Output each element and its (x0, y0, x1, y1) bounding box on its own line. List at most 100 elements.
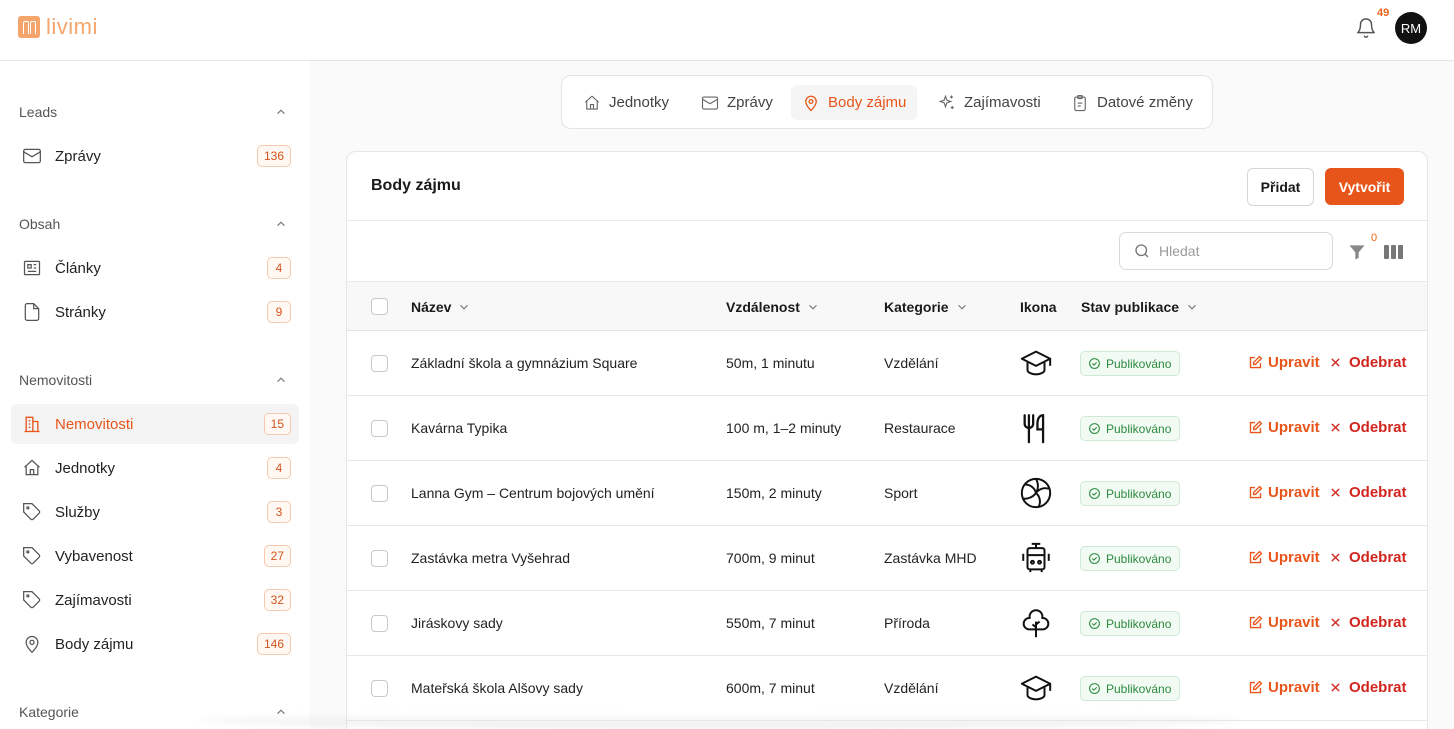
remove-label: Odebrat (1349, 484, 1407, 501)
status-badge: Publikováno (1080, 351, 1181, 376)
logo[interactable]: livimi (18, 16, 98, 38)
tag-icon (21, 501, 43, 523)
search-icon (1120, 242, 1151, 260)
count-badge: 3 (267, 501, 291, 523)
notification-count: 49 (1377, 7, 1390, 19)
count-badge: 4 (267, 257, 291, 279)
create-button[interactable]: Vytvořit (1325, 168, 1404, 205)
tab-jednotky[interactable]: Jednotky (572, 85, 680, 120)
remove-button[interactable]: Odebrat (1330, 679, 1407, 696)
search-input[interactable] (1159, 243, 1319, 259)
edit-label: Upravit (1268, 354, 1320, 371)
count-badge: 15 (263, 413, 291, 435)
status-label: Publikováno (1106, 616, 1172, 631)
remove-button[interactable]: Odebrat (1330, 419, 1407, 436)
edit-label: Upravit (1268, 549, 1320, 566)
avatar[interactable]: RM (1395, 12, 1427, 44)
edit-label: Upravit (1268, 419, 1320, 436)
row-checkbox[interactable] (371, 355, 388, 372)
column-label: Ikona (1020, 299, 1057, 315)
columns-icon[interactable] (1384, 243, 1404, 261)
cell-name: Lanna Gym – Centrum bojových umění (411, 485, 655, 501)
chevron-up-icon[interactable] (274, 217, 288, 231)
close-icon (1330, 422, 1341, 433)
cell-distance: 50m, 1 minutu (726, 355, 815, 371)
sidebar-item-body-zajmu[interactable]: Body zájmu 146 (11, 624, 299, 664)
table-row[interactable]: Jiráskovy sady 550m, 7 minut Příroda Pub… (347, 591, 1427, 656)
edit-button[interactable]: Upravit (1248, 614, 1320, 631)
remove-label: Odebrat (1349, 354, 1407, 371)
count-badge: 9 (267, 301, 291, 323)
edit-button[interactable]: Upravit (1248, 549, 1320, 566)
sidebar-item-sluzby[interactable]: Služby 3 (11, 492, 299, 532)
sidebar-item-stranky[interactable]: Stránky 9 (11, 292, 299, 332)
edit-icon (1248, 550, 1263, 565)
row-checkbox[interactable] (371, 680, 388, 697)
chevron-up-icon[interactable] (274, 105, 288, 119)
chevron-up-icon[interactable] (274, 373, 288, 387)
sidebar: Leads Zprávy 136 Obsah Články 4 Stránky … (0, 61, 310, 729)
table-row[interactable]: Lanna Gym – Centrum bojových umění 150m,… (347, 461, 1427, 526)
section-title-obsah: Obsah (19, 216, 61, 232)
bell-icon[interactable] (1355, 17, 1377, 39)
row-checkbox[interactable] (371, 615, 388, 632)
tab-label: Jednotky (609, 94, 670, 111)
column-header-name[interactable]: Název (411, 299, 471, 315)
edit-button[interactable]: Upravit (1248, 679, 1320, 696)
cell-category: Vzdělání (884, 355, 939, 371)
chevron-down-icon (1185, 300, 1199, 314)
status-label: Publikováno (1106, 486, 1172, 501)
tab-zajimavosti[interactable]: Zajímavosti (927, 85, 1052, 120)
cell-distance: 150m, 2 minuty (726, 485, 822, 501)
status-badge: Publikováno (1080, 416, 1181, 441)
column-header-distance[interactable]: Vzdálenost (726, 299, 820, 315)
sidebar-item-vybavenost[interactable]: Vybavenost 27 (11, 536, 299, 576)
tab-body-zajmu[interactable]: Body zájmu (791, 85, 918, 120)
remove-label: Odebrat (1349, 679, 1407, 696)
mail-icon (701, 94, 719, 112)
sidebar-item-jednotky[interactable]: Jednotky 4 (11, 448, 299, 488)
edit-button[interactable]: Upravit (1248, 419, 1320, 436)
sidebar-item-nemovitosti[interactable]: Nemovitosti 15 (11, 404, 299, 444)
table-row[interactable]: Základní škola a gymnázium Square 50m, 1… (347, 331, 1427, 396)
row-checkbox[interactable] (371, 485, 388, 502)
edit-button[interactable]: Upravit (1248, 484, 1320, 501)
filter-icon[interactable] (1347, 242, 1367, 262)
tab-zpravy[interactable]: Zprávy (690, 85, 784, 120)
remove-button[interactable]: Odebrat (1330, 549, 1407, 566)
edit-icon (1248, 355, 1263, 370)
sidebar-item-label: Jednotky (55, 460, 116, 477)
check-circle-icon (1088, 682, 1101, 695)
status-badge: Publikováno (1080, 481, 1181, 506)
remove-button[interactable]: Odebrat (1330, 614, 1407, 631)
tab-datove-zmeny[interactable]: Datové změny (1060, 85, 1204, 120)
sidebar-item-label: Služby (55, 504, 101, 521)
file-icon (21, 301, 43, 323)
sidebar-item-zpravy[interactable]: Zprávy 136 (11, 136, 299, 176)
row-checkbox[interactable] (371, 550, 388, 567)
table-row[interactable]: Kavárna Typika 100 m, 1–2 minuty Restaur… (347, 396, 1427, 461)
table-row[interactable]: Zastávka metra Vyšehrad 700m, 9 minut Za… (347, 526, 1427, 591)
check-circle-icon (1088, 422, 1101, 435)
column-label: Vzdálenost (726, 299, 800, 315)
sidebar-item-zajimavosti[interactable]: Zajímavosti 32 (11, 580, 299, 620)
search-box[interactable] (1119, 232, 1333, 270)
edit-button[interactable]: Upravit (1248, 354, 1320, 371)
tab-label: Zajímavosti (964, 94, 1041, 111)
row-checkbox[interactable] (371, 420, 388, 437)
add-button[interactable]: Přidat (1247, 168, 1314, 206)
select-all-checkbox[interactable] (371, 298, 388, 315)
newspaper-icon (21, 257, 43, 279)
table-row[interactable]: Mateřská škola Alšovy sady 600m, 7 minut… (347, 656, 1427, 721)
remove-button[interactable]: Odebrat (1330, 354, 1407, 371)
cell-category: Sport (884, 485, 918, 501)
card-title: Body zájmu (371, 177, 461, 194)
sidebar-item-clanky[interactable]: Články 4 (11, 248, 299, 288)
edit-label: Upravit (1268, 679, 1320, 696)
remove-button[interactable]: Odebrat (1330, 484, 1407, 501)
close-icon (1330, 682, 1341, 693)
column-header-category[interactable]: Kategorie (884, 299, 969, 315)
check-circle-icon (1088, 552, 1101, 565)
column-header-status[interactable]: Stav publikace (1081, 299, 1199, 315)
chevron-down-icon (955, 300, 969, 314)
